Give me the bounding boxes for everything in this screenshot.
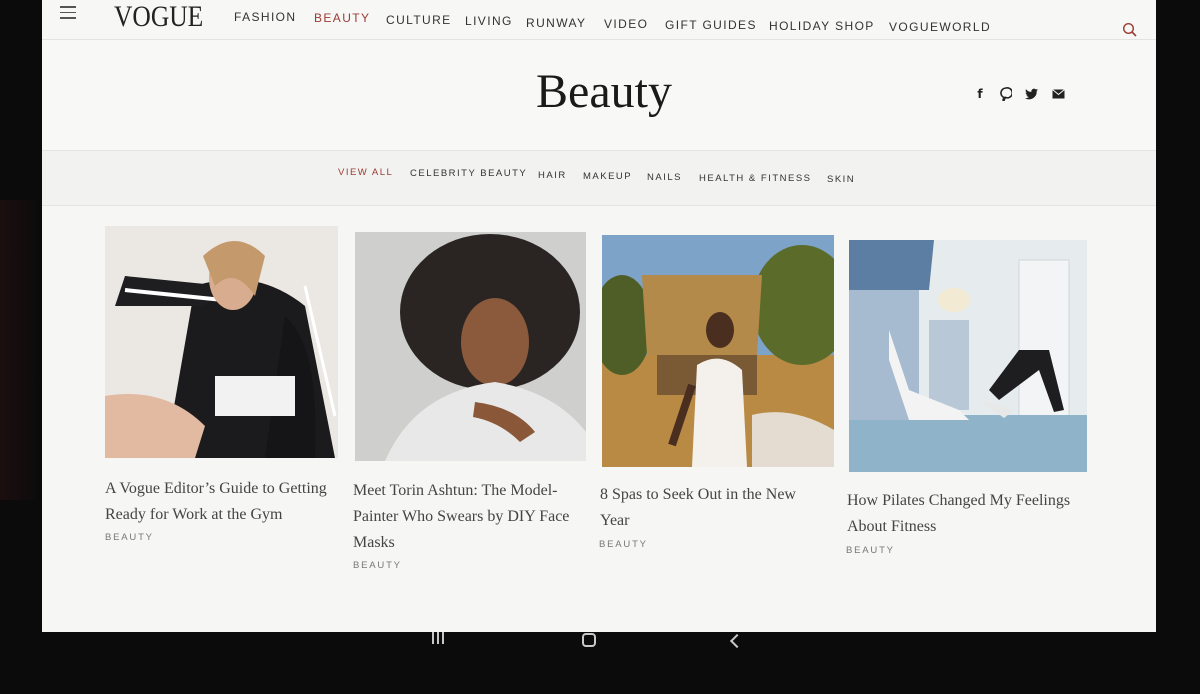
recents-icon[interactable]	[432, 632, 446, 644]
android-navigation-bar	[0, 632, 1200, 694]
nav-beauty[interactable]: BEAUTY	[314, 11, 370, 25]
nav-vogueworld[interactable]: VOGUEWORLD	[889, 20, 991, 34]
subnav-celebrity-beauty[interactable]: CELEBRITY BEAUTY	[410, 168, 527, 179]
article-headline[interactable]: How Pilates Changed My Feelings About Fi…	[847, 488, 1097, 540]
subnav-makeup[interactable]: MAKEUP	[583, 171, 632, 182]
headline-line[interactable]: 8 Spas to Seek Out in the New	[600, 482, 840, 508]
headline-line[interactable]: Ready for Work at the Gym	[105, 502, 345, 528]
browser-screen: VOGUE FASHION BEAUTY CULTURE LIVING RUNW…	[42, 0, 1156, 632]
facebook-icon[interactable]: f	[972, 86, 988, 102]
headline-line[interactable]: Painter Who Swears by DIY Face	[353, 504, 593, 530]
bezel-glare	[0, 200, 40, 500]
gym-model-illustration	[105, 226, 338, 458]
spa-scene-illustration	[602, 235, 834, 467]
headline-line[interactable]: How Pilates Changed My Feelings	[847, 488, 1097, 514]
subnav-view-all[interactable]: VIEW ALL	[338, 167, 393, 178]
nav-gift-guides[interactable]: GIFT GUIDES	[665, 18, 757, 32]
nav-holiday-shop[interactable]: HOLIDAY SHOP	[769, 19, 875, 33]
subnav-skin[interactable]: SKIN	[827, 174, 855, 185]
headline-line[interactable]: Year	[600, 508, 840, 534]
article-image[interactable]	[105, 226, 338, 458]
home-icon[interactable]	[582, 633, 596, 647]
subnav-health-fitness[interactable]: HEALTH & FITNESS	[699, 173, 812, 184]
article-image[interactable]	[355, 232, 586, 461]
article-category[interactable]: BEAUTY	[846, 545, 895, 556]
article-category[interactable]: BEAUTY	[353, 560, 402, 571]
pinterest-icon[interactable]	[998, 86, 1014, 102]
hamburger-menu-icon[interactable]	[60, 6, 76, 20]
social-share: f	[972, 86, 1066, 102]
sub-navigation: VIEW ALL CELEBRITY BEAUTY HAIR MAKEUP NA…	[42, 150, 1156, 206]
article-grid: A Vogue Editor’s Guide to Getting Ready …	[42, 206, 1156, 632]
pilates-room-illustration	[849, 240, 1087, 472]
article-headline[interactable]: 8 Spas to Seek Out in the New Year	[600, 482, 840, 534]
nav-video[interactable]: VIDEO	[604, 17, 648, 31]
article-image[interactable]	[849, 240, 1087, 472]
nav-runway[interactable]: RUNWAY	[526, 16, 586, 30]
nav-culture[interactable]: CULTURE	[386, 13, 452, 27]
top-navigation-bar: VOGUE FASHION BEAUTY CULTURE LIVING RUNW…	[42, 0, 1156, 40]
twitter-icon[interactable]	[1024, 86, 1040, 102]
nav-living[interactable]: LIVING	[465, 14, 513, 28]
article-category[interactable]: BEAUTY	[105, 532, 154, 543]
headline-line[interactable]: Masks	[353, 530, 593, 556]
email-icon[interactable]	[1050, 86, 1066, 102]
headline-line[interactable]: About Fitness	[847, 514, 1097, 540]
article-headline[interactable]: Meet Torin Ashtun: The Model- Painter Wh…	[353, 478, 593, 556]
article-image[interactable]	[602, 235, 834, 467]
article-headline[interactable]: A Vogue Editor’s Guide to Getting Ready …	[105, 476, 345, 528]
subnav-nails[interactable]: NAILS	[647, 172, 682, 183]
vogue-logo[interactable]: VOGUE	[114, 0, 203, 34]
section-header: Beauty f	[42, 40, 1156, 150]
nav-fashion[interactable]: FASHION	[234, 10, 296, 24]
subnav-hair[interactable]: HAIR	[538, 170, 567, 181]
search-icon[interactable]	[1122, 22, 1138, 38]
article-category[interactable]: BEAUTY	[599, 539, 648, 550]
headline-line[interactable]: A Vogue Editor’s Guide to Getting	[105, 476, 345, 502]
headline-line[interactable]: Meet Torin Ashtun: The Model-	[353, 478, 593, 504]
portrait-illustration	[355, 232, 586, 461]
